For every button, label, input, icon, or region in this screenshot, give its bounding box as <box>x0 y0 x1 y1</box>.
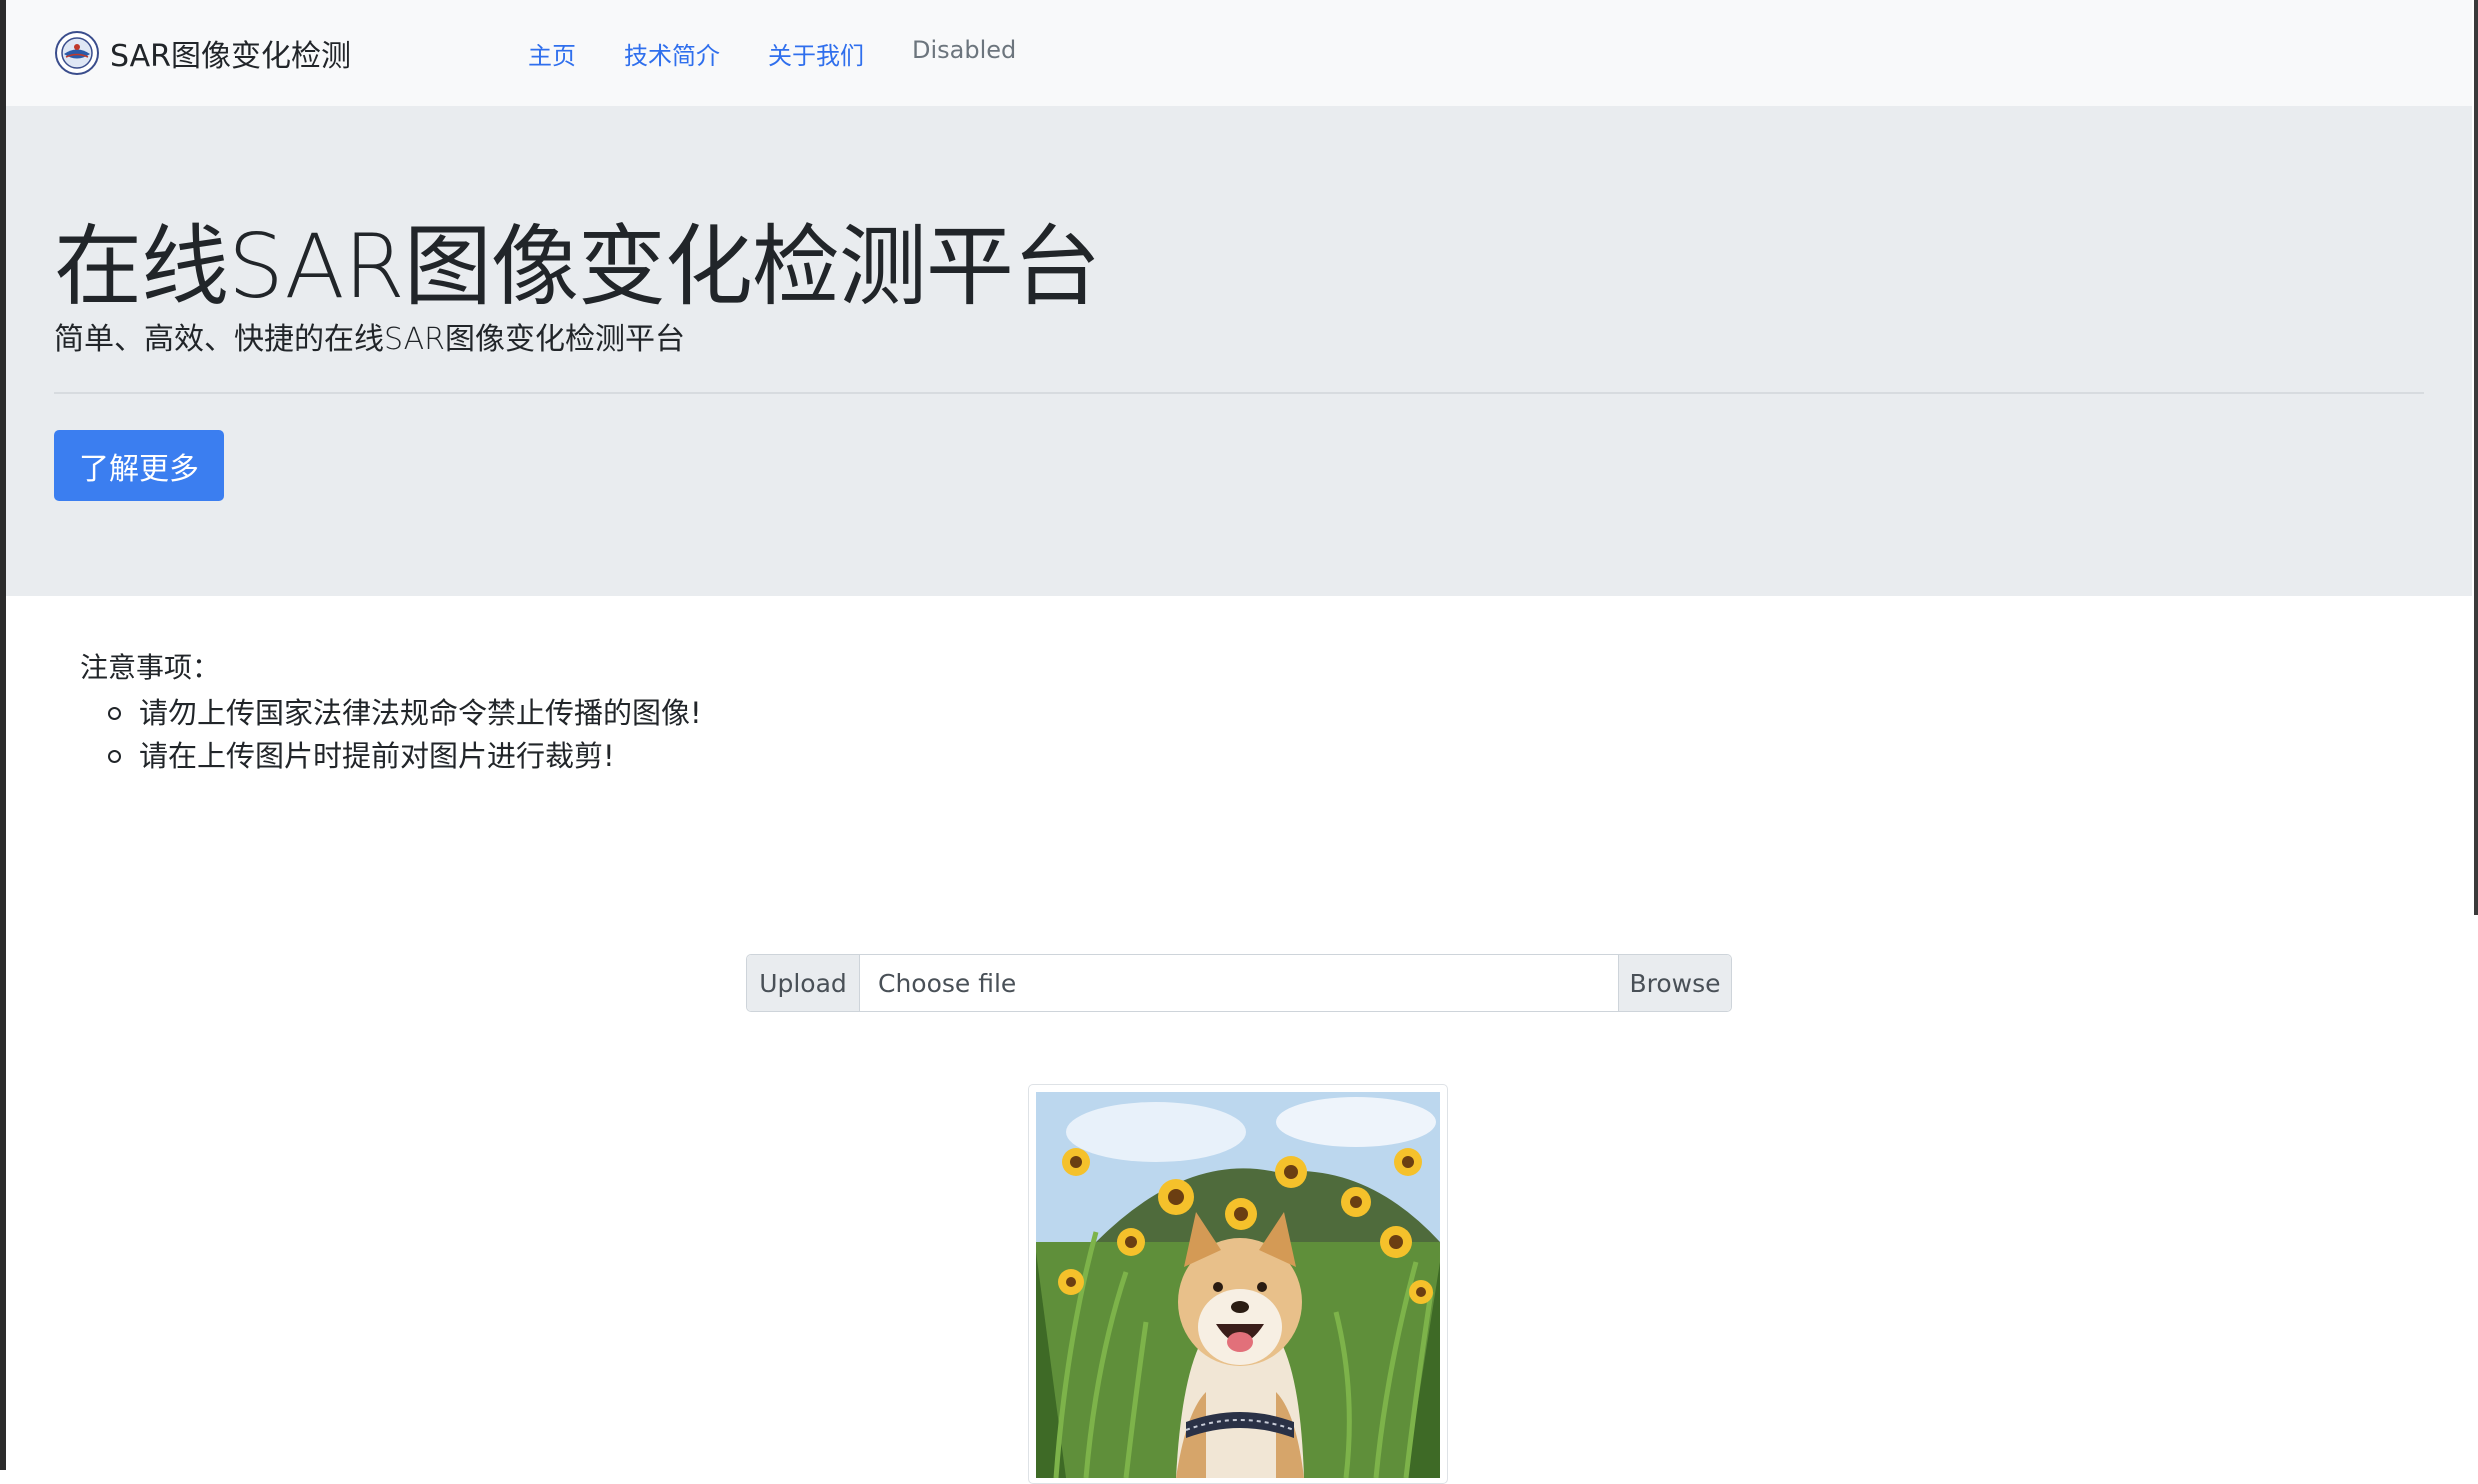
nav-link-about-us[interactable]: 关于我们 <box>744 32 888 75</box>
note-text: 请勿上传国家法律法规命令禁止传播的图像! <box>139 696 702 730</box>
file-input[interactable]: Choose file <box>860 955 1618 1011</box>
page-lead: 简单、高效、快捷的在线SAR图像变化检测平台 <box>54 322 685 357</box>
notes-list: 请勿上传国家法律法规命令禁止传播的图像! 请在上传图片时提前对图片进行裁剪! <box>108 692 702 778</box>
notes-title: 注意事项： <box>80 651 221 684</box>
notes-section: 注意事项： 请勿上传国家法律法规命令禁止传播的图像! 请在上传图片时提前对图片进… <box>80 646 702 778</box>
navbar-brand[interactable]: SAR图像变化检测 <box>54 27 351 79</box>
nav-link-disabled: Disabled <box>912 36 1017 64</box>
nav-link-tech-intro[interactable]: 技术简介 <box>600 32 744 75</box>
nav-link-home[interactable]: 主页 <box>522 32 600 75</box>
dog-sunflower-image <box>1036 1092 1440 1478</box>
browse-button[interactable]: Browse <box>1618 955 1731 1011</box>
jumbotron: 在线SAR图像变化检测平台 简单、高效、快捷的在线SAR图像变化检测平台 了解更… <box>6 106 2472 596</box>
file-upload-group: Upload Choose file Browse <box>746 954 1732 1012</box>
list-item: 请在上传图片时提前对图片进行裁剪! <box>108 735 702 778</box>
brand-logo-icon <box>55 31 99 75</box>
hero-divider <box>54 392 2424 394</box>
circle-bullet-icon <box>108 750 121 763</box>
scrollbar[interactable] <box>2474 0 2478 915</box>
list-item: 请勿上传国家法律法规命令禁止传播的图像! <box>108 692 702 735</box>
brand-name: SAR图像变化检测 <box>110 39 351 74</box>
page-title: 在线SAR图像变化检测平台 <box>54 215 1101 318</box>
nav-links: 主页 技术简介 关于我们 Disabled <box>522 32 1040 75</box>
upload-button[interactable]: Upload <box>747 955 860 1011</box>
navbar: SAR图像变化检测 主页 技术简介 关于我们 Disabled <box>6 0 2472 106</box>
preview-image <box>1028 1084 1448 1484</box>
learn-more-button[interactable]: 了解更多 <box>54 430 224 501</box>
note-text: 请在上传图片时提前对图片进行裁剪! <box>139 739 615 773</box>
circle-bullet-icon <box>108 707 121 720</box>
